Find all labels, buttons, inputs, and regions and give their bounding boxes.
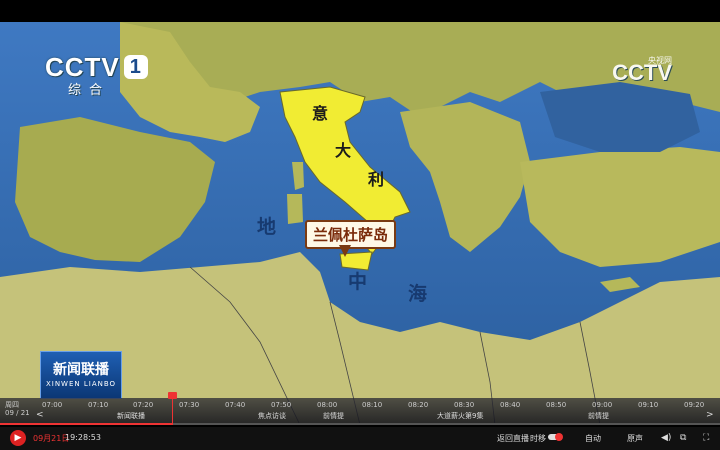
- program-item[interactable]: 前情提: [588, 411, 609, 421]
- tick-label: 09:10: [638, 401, 659, 409]
- play-icon: ▶: [14, 433, 22, 443]
- progress-track[interactable]: [0, 423, 720, 425]
- timeline-weekday: 周四: [5, 401, 19, 409]
- tick-label: 07:20: [133, 401, 154, 409]
- volume-icon[interactable]: ◀): [661, 433, 671, 443]
- audio-original-button[interactable]: 原声: [627, 433, 643, 444]
- tick-label: 07:40: [225, 401, 246, 409]
- tick-label: 07:00: [42, 401, 63, 409]
- cctv-logo-text: CCTV: [45, 52, 120, 82]
- program-item[interactable]: 大道薪火第9集: [437, 411, 483, 421]
- tick-label: 08:50: [546, 401, 567, 409]
- program-item[interactable]: 焦点访谈: [258, 411, 286, 421]
- quality-auto-button[interactable]: 自动: [585, 433, 601, 444]
- tick-label: 08:20: [408, 401, 429, 409]
- map-label-italy-3: 利: [368, 170, 385, 189]
- program-item[interactable]: 前情提: [323, 411, 344, 421]
- callout-pointer: [339, 245, 351, 257]
- tick-label: 07:50: [271, 401, 292, 409]
- cctv-watermark-logo: CCTV: [612, 60, 672, 85]
- tick-label: 08:30: [454, 401, 475, 409]
- map-label-sea-2: 中: [348, 271, 368, 293]
- tick-label: 08:00: [317, 401, 338, 409]
- toggle-knob: [555, 433, 563, 441]
- timeline-date: 周四 09 / 21: [5, 401, 30, 417]
- map-label-sea-3: 海: [408, 283, 428, 305]
- progress-fill: [0, 423, 172, 425]
- return-live-button[interactable]: 返回直播: [497, 433, 529, 444]
- channel-subtitle: 综合: [68, 83, 111, 98]
- timeline-day-date: 09 / 21: [5, 409, 30, 417]
- timeline-prev-button[interactable]: <: [36, 410, 44, 420]
- epg-timeline[interactable]: 周四 09 / 21 07:00 07:10 07:20 07:30 07:40…: [0, 398, 720, 425]
- program-item[interactable]: 新闻联播: [117, 411, 145, 421]
- timeline-next-button[interactable]: >: [706, 410, 714, 420]
- tick-label: 07:10: [88, 401, 109, 409]
- current-date: 09月21日: [33, 434, 70, 443]
- channel-number: 1: [123, 55, 148, 79]
- xinwen-lianbo-logo: 新闻联播 XINWEN LIANBO: [40, 351, 122, 399]
- tick-label: 09:20: [684, 401, 705, 409]
- map-label-italy-1: 意: [312, 104, 329, 123]
- tick-label: 08:10: [362, 401, 383, 409]
- fullscreen-window-icon[interactable]: ⧉: [680, 433, 686, 443]
- playhead-handle[interactable]: [168, 392, 177, 399]
- program-logo-title: 新闻联播: [53, 362, 109, 378]
- tick-label: 09:00: [592, 401, 613, 409]
- tick-label: 07:30: [179, 401, 200, 409]
- play-button[interactable]: ▶: [10, 430, 26, 446]
- fullscreen-icon[interactable]: ⛶: [703, 433, 709, 443]
- control-bar: [0, 427, 720, 450]
- program-logo-pinyin: XINWEN LIANBO: [45, 380, 117, 388]
- timeshift-toggle[interactable]: [548, 433, 563, 441]
- timeshift-label: 时移: [530, 434, 546, 443]
- current-time: 19:28:53: [65, 433, 101, 442]
- map-label-italy-2: 大: [335, 141, 352, 160]
- map-label-sea-1: 地: [257, 216, 277, 238]
- tick-label: 08:40: [500, 401, 521, 409]
- tv-player: 意 大 利 地 中 海 兰佩杜萨岛 CCTV 1 综合 央视网 CCTV 新闻联播…: [0, 0, 720, 450]
